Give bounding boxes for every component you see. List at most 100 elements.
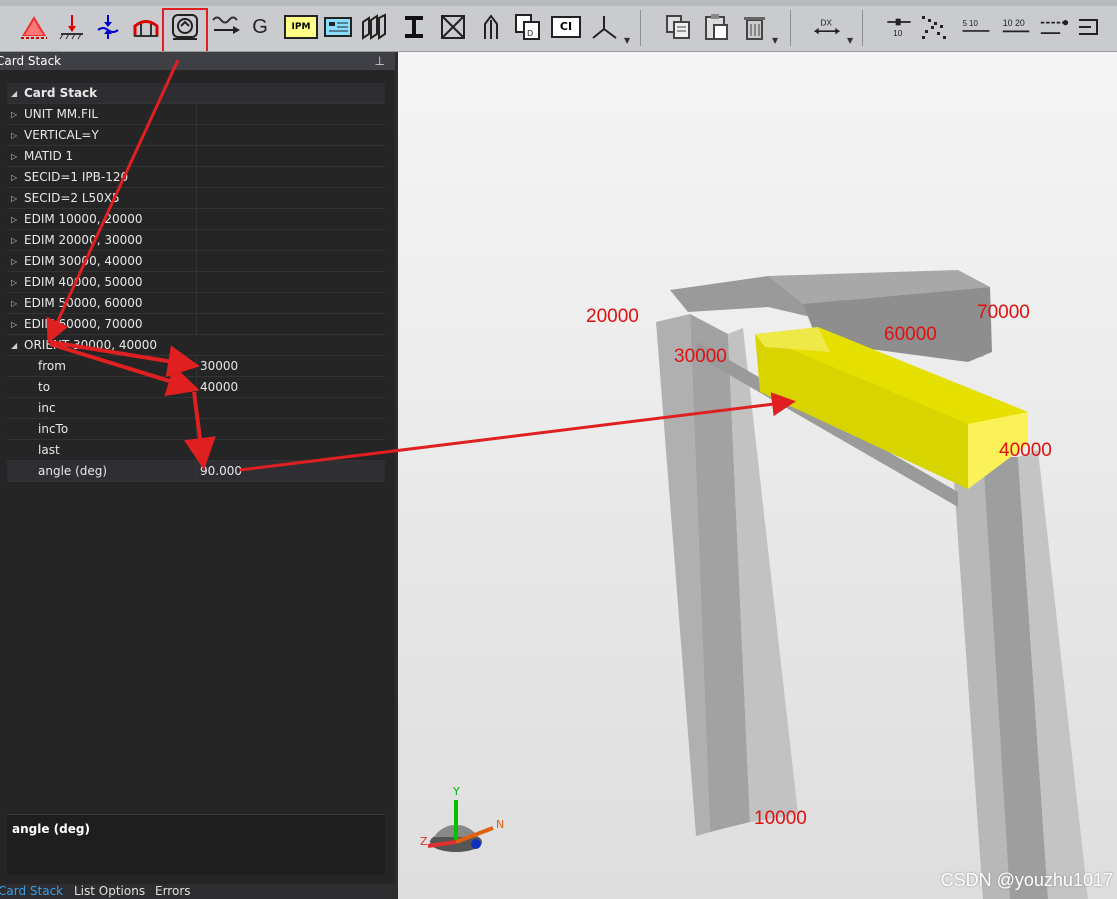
- card-row-label: SECID=2 L50X5: [24, 191, 120, 205]
- node-label: 70000: [977, 302, 1030, 323]
- bridge-icon[interactable]: [130, 10, 162, 44]
- panel-tabs: Card Stack List Options Errors: [0, 884, 395, 899]
- beam-group-icon[interactable]: [358, 10, 390, 44]
- tab-list-options[interactable]: List Options: [74, 884, 145, 899]
- expand-icon[interactable]: ▷: [11, 104, 17, 125]
- card-row[interactable]: ▷ VERTICAL=Y: [7, 125, 385, 146]
- expand-icon[interactable]: ▷: [11, 125, 17, 146]
- ipm-label: IPM: [284, 15, 318, 39]
- property-label: to: [38, 380, 51, 394]
- orient-last-row[interactable]: last: [7, 440, 385, 461]
- card-row[interactable]: ▷ EDIM 20000, 30000: [7, 230, 385, 251]
- wave-icon[interactable]: [210, 10, 242, 44]
- axis-triad: [427, 800, 494, 852]
- dx-icon[interactable]: DX: [808, 10, 846, 44]
- pin-icon[interactable]: ⊥: [375, 52, 385, 70]
- card-row-label: MATID 1: [24, 149, 74, 163]
- property-label: incTo: [38, 422, 69, 436]
- axis-n-label: N: [496, 818, 505, 831]
- collapse-icon[interactable]: ◢: [11, 83, 17, 104]
- clipboard-icon[interactable]: [700, 10, 732, 44]
- dots-icon[interactable]: [918, 10, 950, 44]
- load-icon[interactable]: [56, 10, 88, 44]
- expand-icon[interactable]: ▷: [11, 293, 17, 314]
- property-value[interactable]: 40000: [200, 377, 238, 398]
- sea-icon[interactable]: [92, 10, 124, 44]
- collapse-icon[interactable]: ◢: [11, 335, 17, 356]
- bracket-icon[interactable]: [1074, 10, 1106, 44]
- delete-icon[interactable]: [738, 10, 770, 44]
- property-description: angle (deg): [7, 814, 385, 875]
- orient-to-row[interactable]: to 40000: [7, 377, 385, 398]
- expand-icon[interactable]: ▷: [11, 167, 17, 188]
- card-row[interactable]: ▷ MATID 1: [7, 146, 385, 167]
- expand-icon[interactable]: ▷: [11, 272, 17, 293]
- card-row-label: EDIM 20000, 30000: [24, 233, 143, 247]
- property-value[interactable]: 90.000: [200, 461, 242, 482]
- expand-icon[interactable]: ▷: [11, 209, 17, 230]
- card-row[interactable]: ▷ SECID=2 L50X5: [7, 188, 385, 209]
- expand-icon[interactable]: ▷: [11, 146, 17, 167]
- paste-copy-icon[interactable]: [662, 10, 694, 44]
- support-icon[interactable]: [18, 10, 50, 44]
- list-icon[interactable]: 10 20: [998, 10, 1034, 44]
- card-row-label: VERTICAL=Y: [24, 128, 99, 142]
- ci-label: CI: [551, 16, 581, 38]
- panel-title: Card Stack: [0, 54, 62, 68]
- orient-incto-row[interactable]: incTo: [7, 419, 385, 440]
- line-dot-icon[interactable]: [1036, 10, 1072, 44]
- numbers-icon[interactable]: 5 10: [956, 10, 996, 44]
- ibeam-icon[interactable]: [398, 10, 430, 44]
- display-icon[interactable]: [321, 10, 355, 44]
- expand-icon[interactable]: ▷: [11, 230, 17, 251]
- delete-dropdown-icon[interactable]: ▼: [772, 36, 778, 45]
- ci-icon[interactable]: CI: [550, 10, 582, 44]
- card-row-label: EDIM 50000, 60000: [24, 296, 143, 310]
- copy-icon[interactable]: D: [512, 10, 544, 44]
- cross-brace-icon[interactable]: [437, 10, 469, 44]
- dx-label: DX: [820, 17, 832, 27]
- card-row[interactable]: ▷ EDIM 10000, 20000: [7, 209, 385, 230]
- slider-icon[interactable]: 10: [880, 10, 918, 44]
- toolbar: G IPM D CI ▼ ▼ DX ▼ 10 5 10 10 20: [0, 0, 1117, 52]
- axis-y-label: Y: [453, 785, 460, 798]
- expand-icon[interactable]: ▷: [11, 251, 17, 272]
- expand-icon[interactable]: ▷: [11, 188, 17, 209]
- card-row[interactable]: ▷ UNIT MM.FIL: [7, 104, 385, 125]
- ipm-icon[interactable]: IPM: [284, 10, 318, 44]
- card-row[interactable]: ▷ EDIM 40000, 50000: [7, 272, 385, 293]
- panel-title-bar: Card Stack ⊥: [0, 52, 395, 70]
- watermark: CSDN @youzhu1017: [940, 870, 1113, 890]
- dx-dropdown-icon[interactable]: ▼: [847, 36, 853, 45]
- card-stack-header-row[interactable]: ◢ Card Stack: [7, 83, 385, 104]
- card-row-label: SECID=1 IPB-120: [24, 170, 129, 184]
- num1020-label: 10 20: [1003, 18, 1025, 28]
- orient-inc-row[interactable]: inc: [7, 398, 385, 419]
- card-stack-panel: Card Stack ⊥ ◢ Card Stack ▷ UNIT MM.FIL ▷…: [0, 52, 395, 899]
- arrow-up-icon[interactable]: [475, 10, 507, 44]
- axis-icon[interactable]: [588, 10, 620, 44]
- tab-errors[interactable]: Errors: [155, 884, 191, 899]
- card-row-label: UNIT MM.FIL: [24, 107, 99, 121]
- expand-icon[interactable]: ▷: [11, 314, 17, 335]
- tab-card-stack[interactable]: Card Stack: [0, 884, 63, 899]
- orient-angle-row[interactable]: angle (deg) 90.000: [7, 461, 385, 482]
- highlight-box: [162, 8, 208, 51]
- card-row[interactable]: ▷ EDIM 30000, 40000: [7, 251, 385, 272]
- 3d-viewport[interactable]: 20000 30000 60000 70000 40000 10000 Y Z …: [398, 52, 1117, 899]
- gravity-label: G: [252, 15, 268, 38]
- property-label: angle (deg): [38, 464, 108, 478]
- card-row-label: EDIM 10000, 20000: [24, 212, 143, 226]
- gravity-icon[interactable]: G: [244, 10, 276, 44]
- orient-row[interactable]: ◢ ORIENT 30000, 40000: [7, 335, 385, 356]
- orient-from-row[interactable]: from 30000: [7, 356, 385, 377]
- property-label: from: [38, 359, 66, 373]
- card-row[interactable]: ▷ EDIM 50000, 60000: [7, 293, 385, 314]
- property-value[interactable]: 30000: [200, 356, 238, 377]
- axis-dropdown-icon[interactable]: ▼: [624, 36, 630, 45]
- card-row[interactable]: ▷ EDIM 60000, 70000: [7, 314, 385, 335]
- card-row[interactable]: ▷ SECID=1 IPB-120: [7, 167, 385, 188]
- toolbar-separator: [790, 10, 791, 46]
- num10-label: 10: [893, 28, 903, 38]
- description-title: angle (deg): [12, 822, 90, 836]
